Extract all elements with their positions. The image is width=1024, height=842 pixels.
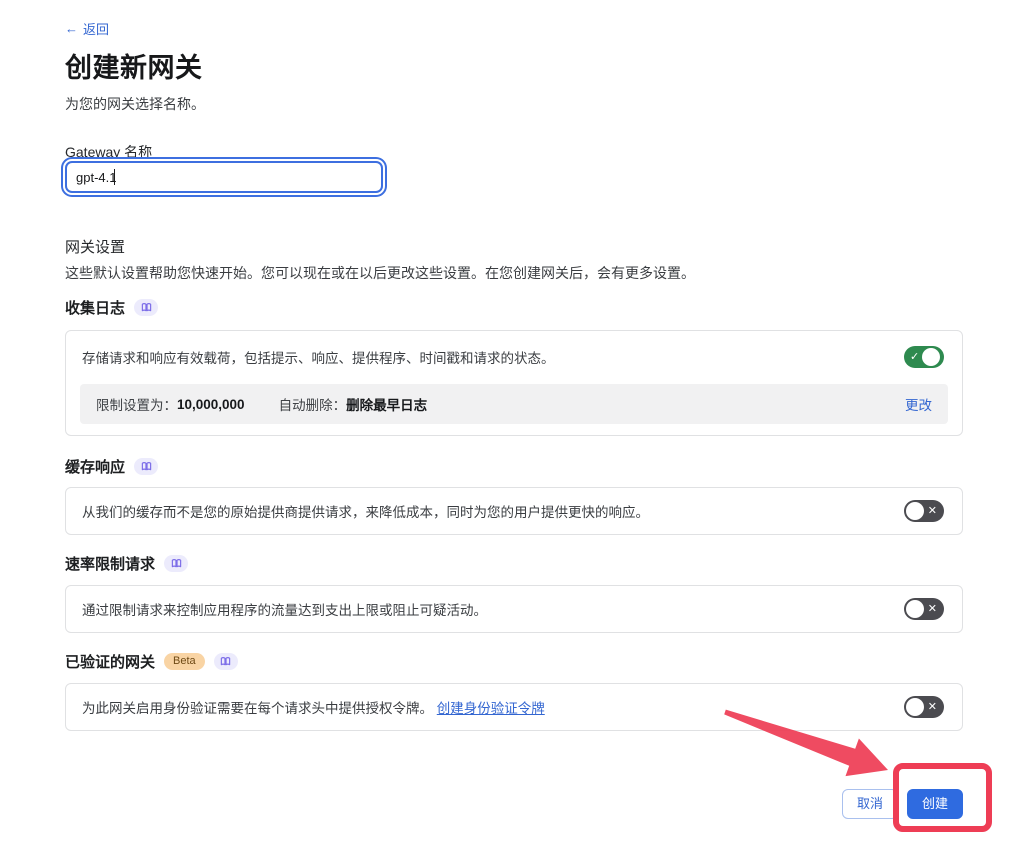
section-title-auth-gateway: 已验证的网关	[65, 651, 155, 672]
footer-actions: 取消 创建	[842, 789, 963, 819]
section-header-cache: 缓存响应	[65, 456, 158, 477]
check-icon: ✓	[910, 352, 919, 363]
change-link[interactable]: 更改	[905, 394, 932, 414]
toggle-knob	[922, 348, 940, 366]
cross-icon: ✕	[928, 702, 937, 713]
back-link-label: 返回	[83, 19, 109, 38]
section-header-auth-gateway: 已验证的网关 Beta	[65, 651, 238, 672]
cache-toggle[interactable]: ✕	[904, 500, 944, 522]
cross-icon: ✕	[928, 604, 937, 615]
book-icon	[141, 302, 152, 313]
create-button[interactable]: 创建	[907, 789, 963, 819]
auth-gateway-card: 为此网关启用身份验证需要在每个请求头中提供授权令牌。 创建身份验证令牌 ✕	[65, 683, 963, 731]
limit-label: 限制设置为：	[96, 394, 177, 414]
docs-badge[interactable]	[134, 299, 158, 316]
book-icon	[220, 656, 231, 667]
section-header-rate-limit: 速率限制请求	[65, 553, 188, 574]
autodelete-value: 删除最早日志	[346, 394, 427, 414]
collect-logs-description: 存储请求和响应有效载荷，包括提示、响应、提供程序、时间戳和请求的状态。	[82, 347, 555, 367]
docs-badge[interactable]	[214, 653, 238, 670]
beta-badge: Beta	[164, 653, 205, 670]
section-title-cache: 缓存响应	[65, 456, 125, 477]
cache-description: 从我们的缓存而不是您的原始提供商提供请求，来降低成本，同时为您的用户提供更快的响…	[82, 501, 649, 521]
toggle-knob	[906, 600, 924, 618]
docs-badge[interactable]	[164, 555, 188, 572]
auth-gateway-description: 为此网关启用身份验证需要在每个请求头中提供授权令牌。	[82, 701, 433, 716]
autodelete-label: 自动删除：	[279, 394, 347, 414]
back-arrow-icon: ←	[65, 21, 78, 36]
collect-logs-toggle[interactable]: ✓	[904, 346, 944, 368]
settings-description: 这些默认设置帮助您快速开始。您可以现在或在以后更改这些设置。在您创建网关后，会有…	[65, 263, 695, 283]
book-icon	[171, 558, 182, 569]
section-header-collect-logs: 收集日志	[65, 297, 158, 318]
toggle-knob	[906, 698, 924, 716]
gateway-name-input[interactable]	[65, 161, 383, 193]
collect-logs-card: 存储请求和响应有效载荷，包括提示、响应、提供程序、时间戳和请求的状态。 ✓ 限制…	[65, 330, 963, 436]
cross-icon: ✕	[928, 506, 937, 517]
limit-value: 10,000,000	[177, 397, 245, 412]
cancel-button[interactable]: 取消	[842, 789, 898, 819]
rate-limit-toggle[interactable]: ✕	[904, 598, 944, 620]
create-gateway-page: ← 返回 创建新网关 为您的网关选择名称。 Gateway 名称 网关设置 这些…	[0, 0, 1024, 842]
section-title-collect-logs: 收集日志	[65, 297, 125, 318]
section-title-rate-limit: 速率限制请求	[65, 553, 155, 574]
rate-limit-description: 通过限制请求来控制应用程序的流量达到支出上限或阻止可疑活动。	[82, 599, 487, 619]
settings-heading: 网关设置	[65, 236, 125, 257]
book-icon	[141, 461, 152, 472]
page-subtitle: 为您的网关选择名称。	[65, 94, 205, 114]
cache-card: 从我们的缓存而不是您的原始提供商提供请求，来降低成本，同时为您的用户提供更快的响…	[65, 487, 963, 535]
auth-gateway-toggle[interactable]: ✕	[904, 696, 944, 718]
log-limit-row: 限制设置为： 10,000,000 自动删除： 删除最早日志 更改	[80, 384, 948, 424]
rate-limit-card: 通过限制请求来控制应用程序的流量达到支出上限或阻止可疑活动。 ✕	[65, 585, 963, 633]
gateway-name-label: Gateway 名称	[65, 142, 152, 162]
text-cursor	[114, 169, 115, 185]
docs-badge[interactable]	[134, 458, 158, 475]
page-title: 创建新网关	[65, 46, 203, 85]
back-link[interactable]: ← 返回	[65, 19, 109, 38]
toggle-knob	[906, 502, 924, 520]
create-auth-token-link[interactable]: 创建身份验证令牌	[437, 701, 545, 716]
